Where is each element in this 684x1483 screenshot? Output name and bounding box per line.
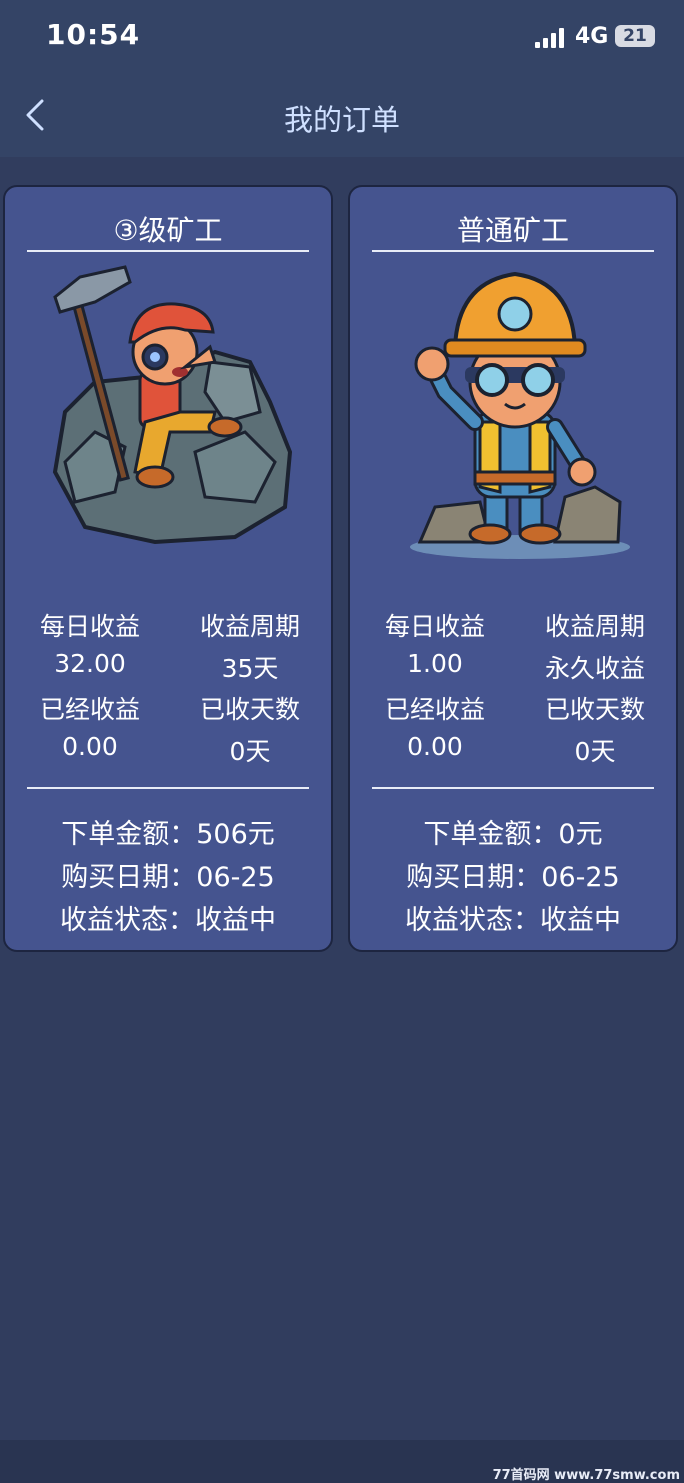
cycle-label: 收益周期 bbox=[544, 612, 645, 641]
daily-income-value: 32.00 bbox=[54, 649, 126, 678]
miner-with-helmet-illustration bbox=[410, 271, 630, 559]
cycle-value: 35天 bbox=[221, 654, 279, 683]
cycle-value: 永久收益 bbox=[544, 654, 645, 683]
divider bbox=[372, 787, 654, 789]
nav-bar: 我的订单 bbox=[0, 75, 684, 157]
order-card-level3-miner[interactable]: ③级矿工 每日收益 收益周期 32.00 35天 已经收益 已收天数 0.00 … bbox=[3, 185, 333, 952]
order-card-basic-miner[interactable]: 普通矿工 每日收益 收益周期 1.00 永久收益 已经收益 已收天数 0.00 … bbox=[348, 185, 678, 952]
miner-with-pickaxe-illustration bbox=[52, 265, 293, 545]
days-label: 已收天数 bbox=[544, 695, 645, 724]
purchase-date: 购买日期：06-25 bbox=[406, 862, 620, 893]
order-amount: 下单金额：0元 bbox=[423, 819, 603, 850]
daily-income-label: 每日收益 bbox=[384, 612, 485, 641]
earned-value: 0.00 bbox=[407, 732, 463, 761]
card-title: 普通矿工 bbox=[456, 214, 569, 247]
days-label: 已收天数 bbox=[199, 695, 300, 724]
earned-value: 0.00 bbox=[62, 732, 118, 761]
status-time: 10:54 bbox=[46, 18, 141, 51]
divider bbox=[27, 250, 309, 252]
divider bbox=[372, 250, 654, 252]
status-bar: 10:54 4G 21 bbox=[0, 0, 684, 75]
days-value: 0天 bbox=[574, 737, 616, 766]
network-type: 4G bbox=[575, 24, 609, 49]
order-amount: 下单金额：506元 bbox=[61, 819, 275, 850]
daily-income-value: 1.00 bbox=[407, 649, 463, 678]
cycle-label: 收益周期 bbox=[199, 612, 300, 641]
battery-icon: 21 bbox=[615, 25, 655, 47]
days-value: 0天 bbox=[229, 737, 271, 766]
purchase-date: 购买日期：06-25 bbox=[61, 862, 275, 893]
daily-income-label: 每日收益 bbox=[39, 612, 140, 641]
page-title: 我的订单 bbox=[283, 103, 400, 137]
earned-label: 已经收益 bbox=[39, 695, 140, 724]
watermark: 77首码网 www.77smw.com bbox=[492, 1468, 680, 1483]
card-title: ③级矿工 bbox=[113, 214, 223, 247]
signal-icon bbox=[535, 28, 567, 48]
earned-label: 已经收益 bbox=[384, 695, 485, 724]
divider bbox=[27, 787, 309, 789]
income-status: 收益状态：收益中 bbox=[60, 905, 276, 936]
income-status: 收益状态：收益中 bbox=[405, 905, 621, 936]
